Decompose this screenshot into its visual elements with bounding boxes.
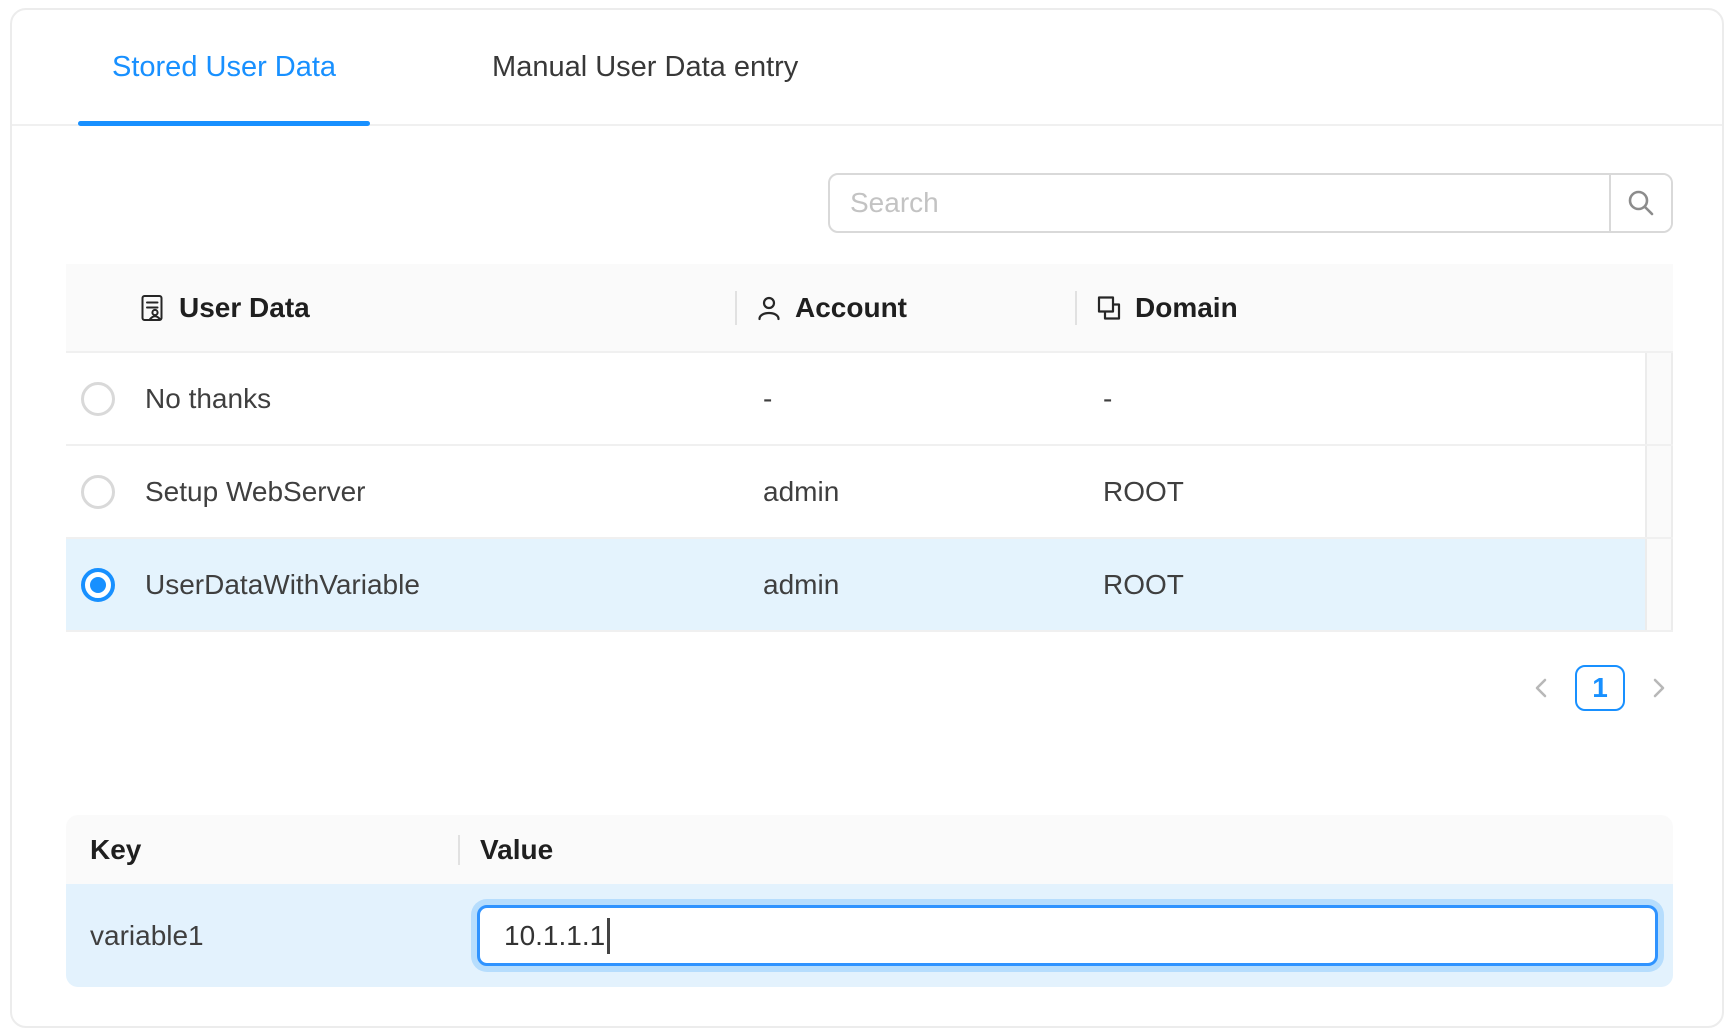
pagination-next-button[interactable] xyxy=(1643,665,1673,711)
pagination-prev-button[interactable] xyxy=(1527,665,1557,711)
user-data-panel: Stored User Data Manual User Data entry xyxy=(10,8,1724,1028)
column-header-label: Domain xyxy=(1135,292,1238,324)
radio-cell xyxy=(66,382,130,416)
chevron-left-icon xyxy=(1531,677,1553,699)
radio-checked[interactable] xyxy=(81,568,115,602)
scrollbar-gutter xyxy=(1645,446,1673,537)
table-header-row: User Data Account xyxy=(66,264,1673,353)
file-user-icon xyxy=(137,293,167,323)
kv-key-label: variable1 xyxy=(66,920,458,952)
scrollbar-gutter xyxy=(1645,353,1673,444)
cell-user-data: Setup WebServer xyxy=(130,476,735,508)
search-group xyxy=(828,173,1673,233)
search-icon xyxy=(1625,187,1657,219)
table-row-no-thanks[interactable]: No thanks - - xyxy=(66,353,1673,446)
column-header-value: Value xyxy=(458,815,1673,884)
tab-label: Stored User Data xyxy=(112,51,336,84)
table-row-userdatawithvariable[interactable]: UserDataWithVariable admin ROOT xyxy=(66,539,1673,632)
user-data-table: User Data Account xyxy=(66,264,1673,632)
user-icon xyxy=(755,294,783,322)
column-header-domain: Domain xyxy=(1075,264,1645,351)
search-row xyxy=(66,173,1673,233)
cell-account: - xyxy=(735,383,1075,415)
cell-account: admin xyxy=(735,476,1075,508)
search-input[interactable] xyxy=(830,175,1609,231)
table-row-setup-webserver[interactable]: Setup WebServer admin ROOT xyxy=(66,446,1673,539)
cell-domain: ROOT xyxy=(1075,476,1645,508)
tab-label: Manual User Data entry xyxy=(492,51,798,84)
domain-icon xyxy=(1095,294,1123,322)
radio-cell xyxy=(66,568,130,602)
radio-cell xyxy=(66,475,130,509)
scrollbar-gutter xyxy=(1645,539,1673,630)
pagination-page-1[interactable]: 1 xyxy=(1575,665,1625,711)
column-header-label: Account xyxy=(795,292,907,324)
text-cursor xyxy=(607,918,610,954)
cell-user-data: UserDataWithVariable xyxy=(130,569,735,601)
column-header-label: User Data xyxy=(179,292,310,324)
radio-unchecked[interactable] xyxy=(81,382,115,416)
column-header-label: Value xyxy=(480,834,553,866)
chevron-right-icon xyxy=(1647,677,1669,699)
pagination: 1 xyxy=(66,665,1673,711)
value-input[interactable]: 10.1.1.1 xyxy=(477,905,1658,966)
tab-manual-user-data-entry[interactable]: Manual User Data entry xyxy=(458,10,832,124)
column-header-user-data: User Data xyxy=(66,264,735,351)
radio-unchecked[interactable] xyxy=(81,475,115,509)
column-header-label: Key xyxy=(90,834,141,866)
key-value-table: Key Value variable1 10.1.1.1 xyxy=(66,815,1673,987)
tab-bar: Stored User Data Manual User Data entry xyxy=(12,10,1722,126)
tab-content: User Data Account xyxy=(12,173,1722,987)
cell-domain: ROOT xyxy=(1075,569,1645,601)
active-tab-indicator xyxy=(78,121,370,126)
kv-header-row: Key Value xyxy=(66,815,1673,884)
column-header-key: Key xyxy=(66,815,458,884)
cell-user-data: No thanks xyxy=(130,383,735,415)
tab-stored-user-data[interactable]: Stored User Data xyxy=(78,10,370,124)
kv-value-cell: 10.1.1.1 xyxy=(458,905,1673,966)
column-header-account: Account xyxy=(735,264,1075,351)
value-input-text: 10.1.1.1 xyxy=(504,920,605,952)
cell-account: admin xyxy=(735,569,1075,601)
search-button[interactable] xyxy=(1609,175,1671,231)
kv-row-variable1: variable1 10.1.1.1 xyxy=(66,884,1673,987)
cell-domain: - xyxy=(1075,383,1645,415)
header-scrollbar-spacer xyxy=(1645,264,1673,351)
